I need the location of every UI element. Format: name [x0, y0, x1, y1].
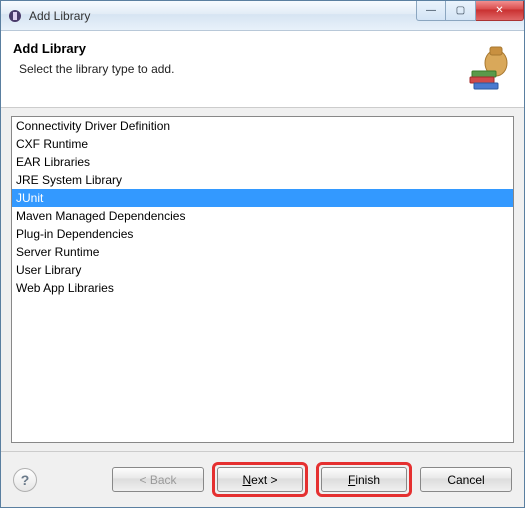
next-button[interactable]: Next > [217, 467, 303, 492]
list-item[interactable]: Maven Managed Dependencies [12, 207, 513, 225]
cancel-button[interactable]: Cancel [420, 467, 512, 492]
list-item[interactable]: EAR Libraries [12, 153, 513, 171]
window-title: Add Library [29, 9, 416, 23]
window-controls: — ▢ ✕ [416, 1, 524, 30]
list-item[interactable]: Web App Libraries [12, 279, 513, 297]
app-icon [7, 8, 23, 24]
minimize-button[interactable]: — [416, 1, 446, 21]
button-bar: ? < Back Next > Finish Cancel [1, 451, 524, 507]
list-item[interactable]: User Library [12, 261, 513, 279]
list-item[interactable]: Connectivity Driver Definition [12, 117, 513, 135]
page-subtitle: Select the library type to add. [13, 62, 174, 76]
help-button[interactable]: ? [13, 468, 37, 492]
finish-highlight: Finish [316, 462, 412, 497]
close-button[interactable]: ✕ [476, 1, 524, 21]
next-highlight: Next > [212, 462, 308, 497]
finish-button[interactable]: Finish [321, 467, 407, 492]
library-type-list[interactable]: Connectivity Driver DefinitionCXF Runtim… [11, 116, 514, 443]
wizard-header: Add Library Select the library type to a… [1, 31, 524, 108]
list-item[interactable]: JRE System Library [12, 171, 513, 189]
maximize-button[interactable]: ▢ [446, 1, 476, 21]
list-item[interactable]: Server Runtime [12, 243, 513, 261]
list-item[interactable]: Plug-in Dependencies [12, 225, 513, 243]
page-title: Add Library [13, 41, 174, 56]
header-text: Add Library Select the library type to a… [13, 41, 174, 76]
content-area: Connectivity Driver DefinitionCXF Runtim… [1, 108, 524, 451]
title-bar[interactable]: Add Library — ▢ ✕ [1, 1, 524, 31]
dialog-window: Add Library — ▢ ✕ Add Library Select the… [0, 0, 525, 508]
list-item[interactable]: CXF Runtime [12, 135, 513, 153]
library-icon [458, 41, 512, 95]
list-item[interactable]: JUnit [12, 189, 513, 207]
back-button[interactable]: < Back [112, 467, 204, 492]
